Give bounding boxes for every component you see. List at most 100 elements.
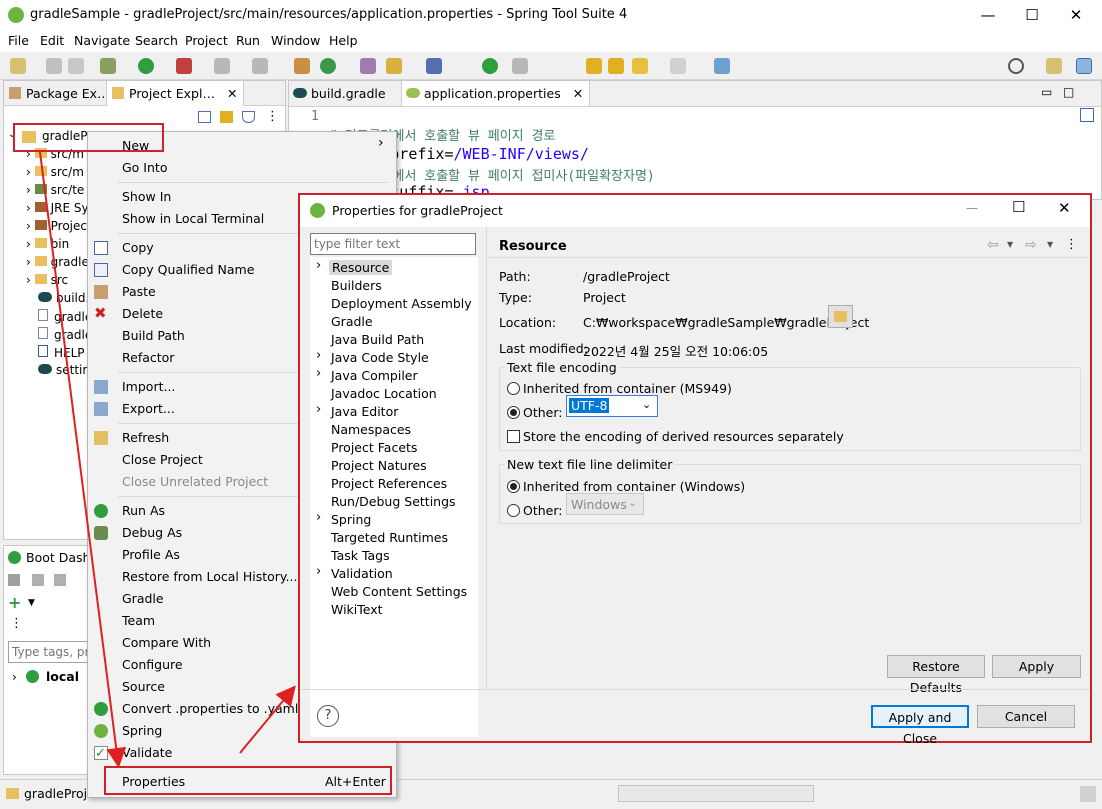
menu-item-export[interactable]: Export... [122,401,175,416]
store-encoding-checkbox[interactable] [507,430,520,443]
menu-help[interactable]: Help [329,33,358,48]
store-encoding-label[interactable]: Store the encoding of derived resources … [523,429,844,444]
nav-wikitext[interactable]: WikiText [331,602,383,617]
menu-item-convert-yaml[interactable]: Convert .properties to .yaml [122,701,298,716]
menu-navigate[interactable]: Navigate [74,33,130,48]
other-encoding-label[interactable]: Other: [523,405,562,420]
tab-project-explorer[interactable]: Project Expl… ✕ [106,81,245,106]
menu-item-show-in[interactable]: Show In [122,189,171,204]
menu-item-compare-with[interactable]: Compare With [122,635,211,650]
tree-item[interactable]: › JRE Sy [26,201,89,215]
forward-icon[interactable] [670,58,686,74]
cancel-button[interactable]: Cancel [977,705,1075,728]
back-icon[interactable] [632,58,648,74]
pin-editor-icon[interactable] [714,58,730,74]
menu-item-refresh[interactable]: Refresh [122,430,169,445]
debug-icon[interactable] [100,58,116,74]
new-class-icon[interactable] [320,58,336,74]
menu-item-configure[interactable]: Configure [122,657,183,672]
menu-item-paste[interactable]: Paste [122,284,156,299]
menu-run[interactable]: Run [236,33,260,48]
link-editor-icon[interactable] [220,111,233,123]
close-tab-icon[interactable]: ✕ [227,86,237,101]
menu-item-build-path[interactable]: Build Path [122,328,185,343]
chevron-right-icon[interactable]: › [316,258,321,273]
menu-item-run-as[interactable]: Run As [122,503,165,518]
disconnect-icon[interactable] [252,58,268,74]
tree-item[interactable]: build. [38,291,89,305]
minimize-button[interactable]: — [968,4,1008,26]
chevron-right-icon[interactable]: › [12,670,17,684]
encoding-select[interactable]: UTF-8 ⌄ [566,395,658,417]
dialog-maximize-button[interactable]: ☐ [1012,198,1025,216]
spring-boot-icon[interactable] [482,58,498,74]
maximize-button[interactable]: ☐ [1012,4,1052,26]
menu-item-restore-history[interactable]: Restore from Local History... [122,569,297,584]
tab-application-properties[interactable]: application.properties ✕ [401,81,591,106]
nav-resource[interactable]: Resource [329,260,393,275]
view-menu-icon[interactable]: ⋮ [1065,237,1078,252]
chevron-right-icon[interactable]: › [316,564,321,579]
close-button[interactable]: ✕ [1056,4,1096,26]
open-perspective-icon[interactable] [1046,58,1062,74]
new-icon[interactable] [10,58,26,74]
dialog-minimize-button[interactable]: — [966,201,978,215]
boot-filter-input[interactable] [8,641,94,663]
chevron-down-icon[interactable]: ▼ [28,598,35,608]
menu-project[interactable]: Project [185,33,228,48]
tree-item[interactable]: › bin [26,237,69,251]
open-location-button[interactable] [828,305,853,328]
dialog-close-button[interactable]: ✕ [1058,199,1071,217]
menu-item-team[interactable]: Team [122,613,155,628]
nav-javadoc-location[interactable]: Javadoc Location [331,386,437,401]
menu-window[interactable]: Window [271,33,320,48]
menu-file[interactable]: File [8,33,29,48]
tree-item[interactable]: › gradle [26,255,89,269]
tree-item[interactable]: gradle [38,327,92,342]
add-icon[interactable]: + [8,595,21,611]
forward-arrow-icon[interactable]: ⇨ [1025,237,1037,253]
nav-builders[interactable]: Builders [331,278,382,293]
help-icon[interactable]: ? [317,705,339,727]
restore-defaults-button[interactable]: Restore Defaults [887,655,985,695]
save-all-icon[interactable] [68,58,84,74]
chevron-right-icon[interactable]: › [316,510,321,525]
other-delimiter-label[interactable]: Other: [523,503,562,518]
inherited-encoding-label[interactable]: Inherited from container (MS949) [523,381,732,396]
collapse-all-icon[interactable] [198,111,211,123]
back-arrow-icon[interactable]: ⇦ [987,237,999,253]
menu-item-copy[interactable]: Copy [122,240,154,255]
tab-build-gradle[interactable]: build.gradle [289,81,392,106]
menu-item-close-project[interactable]: Close Project [122,452,203,467]
nav-task-tags[interactable]: Task Tags [331,548,390,563]
chevron-right-icon[interactable]: › [316,366,321,381]
run-icon[interactable] [138,58,154,74]
restart-icon[interactable] [32,574,44,586]
tree-item[interactable]: › src [26,273,68,287]
nav-validation[interactable]: Validation [331,566,393,581]
next-annotation-icon[interactable] [512,58,528,74]
view-menu-icon[interactable]: ⋮ [10,616,23,631]
inherited-delimiter-label[interactable]: Inherited from container (Windows) [523,479,745,494]
tree-item[interactable]: › Projec [26,219,87,233]
other-encoding-radio[interactable] [507,406,520,419]
apply-button[interactable]: Apply [992,655,1081,678]
menu-item-go-into[interactable]: Go Into [122,160,167,175]
view-menu-icon[interactable]: ⋮ [266,109,279,124]
open-type-icon[interactable] [360,58,376,74]
menu-item-show-in-terminal[interactable]: Show in Local Terminal [122,211,264,226]
java-perspective-icon[interactable] [1076,58,1092,74]
new-java-project-icon[interactable] [294,58,310,74]
close-tab-icon[interactable]: ✕ [573,86,583,101]
local-target[interactable]: local [46,669,79,684]
apply-and-close-button[interactable]: Apply and Close [871,705,969,746]
nav-targeted-runtimes[interactable]: Targeted Runtimes [331,530,448,545]
menu-item-source[interactable]: Source [122,679,165,694]
menu-item-import[interactable]: Import... [122,379,175,394]
stop-icon[interactable] [214,58,230,74]
menu-item-copy-qualified-name[interactable]: Copy Qualified Name [122,262,254,277]
inherited-delimiter-radio[interactable] [507,480,520,493]
menu-item-debug-as[interactable]: Debug As [122,525,182,540]
maximize-view-icon[interactable]: □ [1063,85,1074,99]
menu-item-refactor[interactable]: Refactor [122,350,174,365]
